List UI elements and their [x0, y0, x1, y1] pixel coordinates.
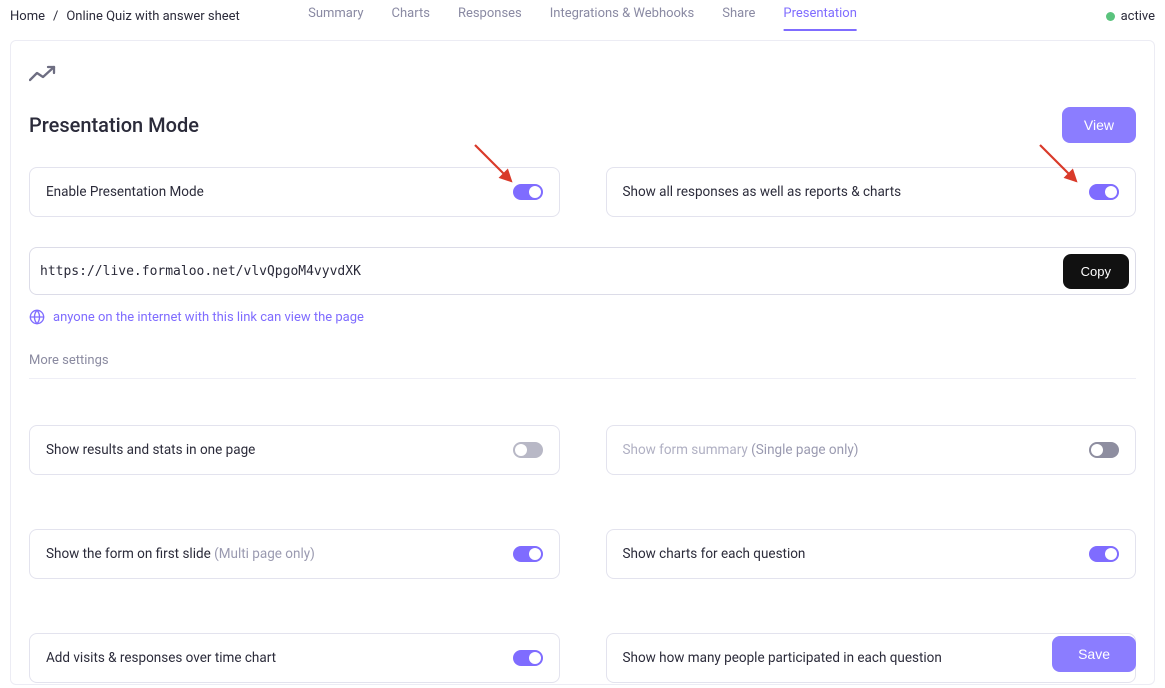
view-button[interactable]: View [1062, 107, 1136, 143]
presentation-panel: Presentation Mode View Enable Presentati… [10, 40, 1155, 685]
breadcrumb-separator: / [53, 9, 58, 24]
tab-charts[interactable]: Charts [392, 2, 430, 30]
tab-bar: Summary Charts Responses Integrations & … [308, 2, 857, 30]
tab-presentation[interactable]: Presentation [783, 2, 857, 30]
toggle-visits-chart[interactable] [513, 650, 543, 666]
breadcrumb-current: Online Quiz with answer sheet [66, 9, 239, 24]
toggle-form-summary [1089, 442, 1119, 458]
label-first-slide-text: Show the form on first slide [46, 546, 214, 562]
toggle-show-all-responses[interactable] [1089, 184, 1119, 200]
setting-card-visits-chart: Add visits & responses over time chart [29, 633, 560, 683]
breadcrumb-home[interactable]: Home [10, 9, 45, 24]
label-enable-presentation: Enable Presentation Mode [46, 184, 204, 200]
label-form-summary-suffix: (Single page only) [751, 442, 858, 458]
label-form-summary: Show form summary (Single page only) [623, 442, 859, 458]
share-url-input[interactable] [36, 264, 1063, 279]
setting-card-form-summary: Show form summary (Single page only) [606, 425, 1137, 475]
toggle-first-slide[interactable] [513, 546, 543, 562]
toggle-charts-each[interactable] [1089, 546, 1119, 562]
breadcrumb: Home / Online Quiz with answer sheet [10, 9, 240, 24]
copy-button[interactable]: Copy [1063, 254, 1129, 289]
tab-responses[interactable]: Responses [458, 2, 522, 30]
tab-summary[interactable]: Summary [308, 2, 363, 30]
label-one-page: Show results and stats in one page [46, 442, 255, 458]
toggle-one-page[interactable] [513, 442, 543, 458]
status-indicator: active [1106, 9, 1155, 24]
setting-card-first-slide: Show the form on first slide (Multi page… [29, 529, 560, 579]
label-charts-each: Show charts for each question [623, 546, 806, 562]
tab-share[interactable]: Share [722, 2, 755, 30]
label-visits-chart: Add visits & responses over time chart [46, 650, 276, 666]
share-url-row: Copy [29, 247, 1136, 295]
status-dot-icon [1106, 12, 1115, 21]
setting-card-charts-each: Show charts for each question [606, 529, 1137, 579]
label-show-all-responses: Show all responses as well as reports & … [623, 184, 902, 200]
tab-integrations[interactable]: Integrations & Webhooks [550, 2, 694, 30]
label-form-summary-text: Show form summary [623, 442, 752, 458]
save-button[interactable]: Save [1052, 636, 1136, 672]
share-visibility-text: anyone on the internet with this link ca… [53, 310, 364, 325]
globe-icon [29, 309, 45, 325]
setting-card-enable-presentation: Enable Presentation Mode [29, 167, 560, 217]
label-participated: Show how many people participated in eac… [623, 650, 942, 666]
label-first-slide-suffix: (Multi page only) [214, 546, 315, 562]
status-label: active [1121, 9, 1155, 24]
page-title: Presentation Mode [29, 113, 199, 137]
setting-card-show-all-responses: Show all responses as well as reports & … [606, 167, 1137, 217]
toggle-enable-presentation[interactable] [513, 184, 543, 200]
share-visibility-note: anyone on the internet with this link ca… [29, 309, 1136, 325]
more-settings-heading: More settings [29, 353, 1136, 379]
setting-card-one-page: Show results and stats in one page [29, 425, 560, 475]
trend-icon [29, 65, 59, 83]
label-first-slide: Show the form on first slide (Multi page… [46, 546, 315, 562]
